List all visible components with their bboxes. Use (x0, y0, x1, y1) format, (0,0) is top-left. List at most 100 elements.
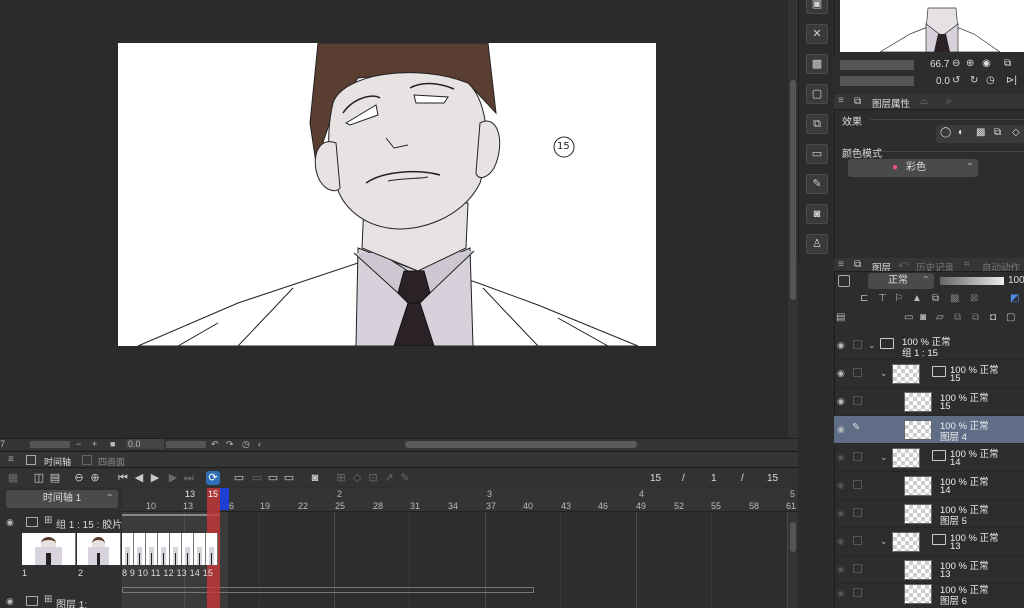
lock-alpha-icon[interactable]: ⧉ (932, 293, 939, 304)
delete-layer-icon[interactable]: ▢ (1006, 312, 1015, 323)
end-frame[interactable]: 15 (767, 473, 778, 484)
zoom-slider[interactable] (30, 441, 70, 448)
color-mode-select[interactable]: ● 彩色 ⌃ (848, 159, 978, 177)
tab-layer-property[interactable]: 图层属性 (872, 96, 910, 110)
tab-history[interactable]: 历史记录 (916, 260, 954, 271)
new-timeline-icon[interactable]: ▦ (6, 471, 20, 485)
delete-cel-icon[interactable]: ▭ (266, 471, 280, 485)
eye-icon[interactable]: ◉ (837, 340, 847, 350)
chevron-down-icon[interactable]: ⌄ (880, 452, 888, 463)
eye-icon[interactable]: ◉ (837, 424, 847, 434)
specify-cel-icon[interactable]: ▭ (250, 471, 264, 485)
angle-readout[interactable]: 0.0 (126, 439, 164, 449)
ruler-icon[interactable]: ⊠ (970, 293, 978, 304)
zoom-in-icon[interactable]: ⊕ (966, 58, 974, 69)
chevron-down-icon[interactable]: ⌄ (880, 368, 888, 379)
rotate-right-icon[interactable]: ↻ (970, 75, 978, 86)
draft-icon[interactable]: ⚐ (894, 293, 903, 304)
chevron-down-icon[interactable]: ⌄ (868, 340, 876, 351)
close-icon[interactable]: ✕ (806, 24, 828, 44)
prev-frame-icon[interactable]: ◀ (132, 471, 146, 485)
border-effect-icon[interactable]: ◯ (940, 127, 951, 138)
layer-color-icon[interactable]: ◩ (1010, 293, 1019, 304)
eye-icon[interactable]: ◉ (837, 588, 847, 598)
tab-timeline[interactable]: 时间轴 (40, 454, 75, 467)
opacity-slider[interactable] (940, 277, 1004, 285)
figure-icon[interactable]: ♙ (806, 234, 828, 254)
flip-icon[interactable]: ‹ (258, 439, 261, 449)
navigator-rotation-value[interactable]: 0.0 (936, 76, 950, 87)
lock-checkbox[interactable] (853, 396, 862, 405)
lock-icon[interactable]: ▲ (912, 293, 922, 304)
layer-color-effect-icon[interactable]: ⧉ (994, 127, 1001, 138)
navigator-zoom-value[interactable]: 66.7 (930, 59, 949, 70)
new-vector-icon[interactable]: ◙ (920, 312, 926, 323)
horizontal-scroll-thumb[interactable] (405, 441, 637, 448)
navigator-rotate-slider[interactable] (840, 76, 914, 86)
tab-icon-2[interactable]: ⌓ (920, 96, 928, 107)
clip-icon[interactable]: ⊏ (860, 293, 868, 304)
lock-checkbox[interactable] (853, 536, 862, 545)
timeline-grid[interactable]: 15 (122, 488, 788, 608)
lock-checkbox[interactable] (853, 564, 862, 573)
eye-icon[interactable]: ◉ (837, 536, 847, 546)
cel-thumbnails[interactable] (22, 533, 220, 565)
menu-icon[interactable]: ≡ (838, 259, 844, 270)
edit-timeline-icon[interactable]: ▤ (48, 471, 62, 485)
edit-icon[interactable]: ✎ (806, 174, 828, 194)
reset-rotation-icon[interactable]: ◷ (242, 439, 250, 450)
eye-icon[interactable]: ◉ (837, 564, 847, 574)
rotate-right-icon[interactable]: ↷ (226, 439, 234, 450)
zoom-in-icon[interactable]: ⊕ (88, 471, 102, 485)
timeline-select[interactable]: 时间轴 1 ⌃ (6, 490, 118, 508)
canvas-vertical-scrollbar[interactable] (788, 0, 798, 438)
first-frame-icon[interactable]: ⏮ (116, 471, 130, 485)
eye-icon[interactable]: ◉ (837, 396, 847, 406)
layer-row[interactable]: ◉ 100 % 正常 图层 6 (834, 580, 1024, 608)
blend-mode-select[interactable]: 正常 ⌃ (868, 273, 934, 289)
layer-icon[interactable]: ▭ (806, 144, 828, 164)
last-frame-icon[interactable]: ⏭ (182, 471, 196, 485)
camera-icon[interactable]: ◙ (806, 204, 828, 224)
fit-view-icon[interactable]: ◉ (982, 58, 991, 69)
layer-row[interactable]: ◉ 100 % 正常 15 (834, 388, 1024, 416)
onion-skin-icon[interactable]: ◙ (308, 471, 322, 485)
scroll-thumb[interactable] (790, 80, 796, 300)
lock-checkbox[interactable] (853, 480, 862, 489)
layer-row[interactable]: ◉ ⌄ 100 % 正常 14 (834, 444, 1024, 472)
opacity-value[interactable]: 100 (1008, 275, 1024, 286)
layer-row-selected[interactable]: ◉ ✎ 100 % 正常 图层 4 (834, 416, 1024, 444)
timeline-vertical-scrollbar[interactable] (788, 512, 798, 608)
zoom-readout[interactable]: 7 (0, 439, 5, 449)
lock-checkbox[interactable] (853, 340, 862, 349)
next-frame-icon[interactable]: ▶ (166, 471, 180, 485)
tab-auto-action[interactable]: 自动动作 (982, 260, 1020, 271)
layer-row[interactable]: ◉ 100 % 正常 图层 5 (834, 500, 1024, 528)
eye-icon[interactable]: ◉ (837, 508, 847, 518)
expand-icon[interactable]: ⊞ (44, 515, 52, 526)
lock-checkbox[interactable] (853, 368, 862, 377)
transform-icon[interactable]: ⧉ (806, 114, 828, 134)
chevron-down-icon[interactable]: ⌄ (880, 536, 888, 547)
new-raster-icon[interactable]: ▭ (904, 312, 913, 323)
layer-row[interactable]: ◉ ⌄ 100 % 正常 13 (834, 528, 1024, 556)
pen-icon[interactable]: ✎ (398, 471, 412, 485)
eye-icon[interactable]: ◉ (6, 517, 14, 528)
zoom-out-icon[interactable]: − (76, 439, 81, 449)
save-icon[interactable]: ▣ (806, 0, 828, 14)
fit-icon[interactable]: ■ (110, 439, 115, 449)
flip-horizontal-icon[interactable]: ⧉ (1004, 58, 1011, 69)
play-icon[interactable]: ▶ (148, 471, 162, 485)
layer-row[interactable]: ◉ ⌄ 100 % 正常 15 (834, 360, 1024, 388)
track-1-name[interactable]: 组 1 : 15 : 胶片 (56, 516, 154, 531)
current-frame[interactable]: 15 (650, 473, 661, 484)
tone-effect-icon[interactable]: ◐ (958, 127, 964, 138)
transfer-down-icon[interactable]: ⧉ (954, 312, 961, 323)
reference-icon[interactable]: ⊤ (878, 293, 887, 304)
layer-row[interactable]: ◉ ⌄ 100 % 正常 组 1 : 15 (834, 332, 1024, 360)
zoom-out-icon[interactable]: ⊖ (952, 58, 960, 69)
new-folder-icon[interactable]: ▱ (936, 312, 944, 323)
rename-cel-icon[interactable]: ▭ (282, 471, 296, 485)
keyframe-icon[interactable]: ⊞ (334, 471, 348, 485)
mask-icon[interactable]: ▩ (950, 293, 959, 304)
